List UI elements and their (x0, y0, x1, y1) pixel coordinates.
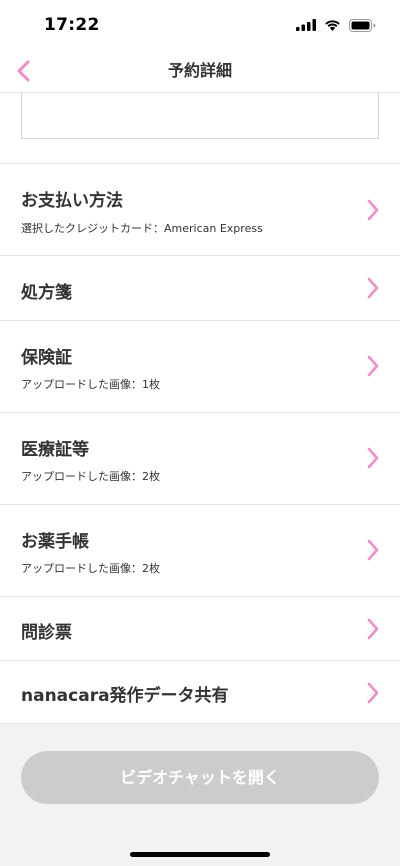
status-bar: 17:22 (0, 0, 400, 50)
row-title: 処方箋 (21, 283, 72, 303)
notes-textarea[interactable] (21, 93, 379, 139)
row-title: 医療証等 (21, 440, 89, 460)
bottom-action-area: ビデオチャットを開く (0, 724, 400, 866)
row-medicine-notebook[interactable]: お薬手帳 アップロードした画像：2枚 (0, 505, 400, 597)
chevron-right-icon (367, 355, 379, 377)
chevron-right-icon (367, 199, 379, 221)
row-subtitle: アップロードした画像：1枚 (21, 378, 160, 391)
row-title: 保険証 (21, 348, 72, 368)
row-subtitle: アップロードした画像：2枚 (21, 562, 160, 575)
chevron-right-icon (367, 618, 379, 640)
battery-icon (349, 18, 376, 32)
page-title: 予約詳細 (167, 61, 232, 80)
open-video-chat-button[interactable]: ビデオチャットを開く (21, 751, 379, 804)
cellular-signal-icon (296, 19, 316, 31)
chevron-right-icon (367, 682, 379, 704)
row-subtitle: アップロードした画像：2枚 (21, 470, 160, 483)
row-seizure-data-share[interactable]: nanacara発作データ共有 (0, 661, 400, 724)
chevron-right-icon (367, 539, 379, 561)
row-questionnaire[interactable]: 問診票 (0, 597, 400, 661)
row-title: お支払い方法 (21, 191, 123, 211)
row-title: お薬手帳 (21, 532, 89, 552)
row-title: 問診票 (21, 623, 72, 643)
row-prescription[interactable]: 処方箋 (0, 256, 400, 321)
row-medical-certificate[interactable]: 医療証等 アップロードした画像：2枚 (0, 413, 400, 505)
chevron-right-icon (367, 277, 379, 299)
status-time: 17:22 (44, 15, 100, 35)
wifi-icon (325, 20, 340, 31)
home-indicator[interactable] (130, 852, 270, 857)
row-insurance-card[interactable]: 保険証 アップロードした画像：1枚 (0, 321, 400, 413)
row-payment-method[interactable]: お支払い方法 選択したクレジットカード：American Express (0, 164, 400, 256)
row-subtitle: 選択したクレジットカード：American Express (21, 222, 263, 235)
chevron-right-icon (367, 447, 379, 469)
status-icons (296, 18, 376, 32)
row-title: nanacara発作データ共有 (21, 686, 229, 706)
nav-bar: 予約詳細 (0, 50, 400, 93)
